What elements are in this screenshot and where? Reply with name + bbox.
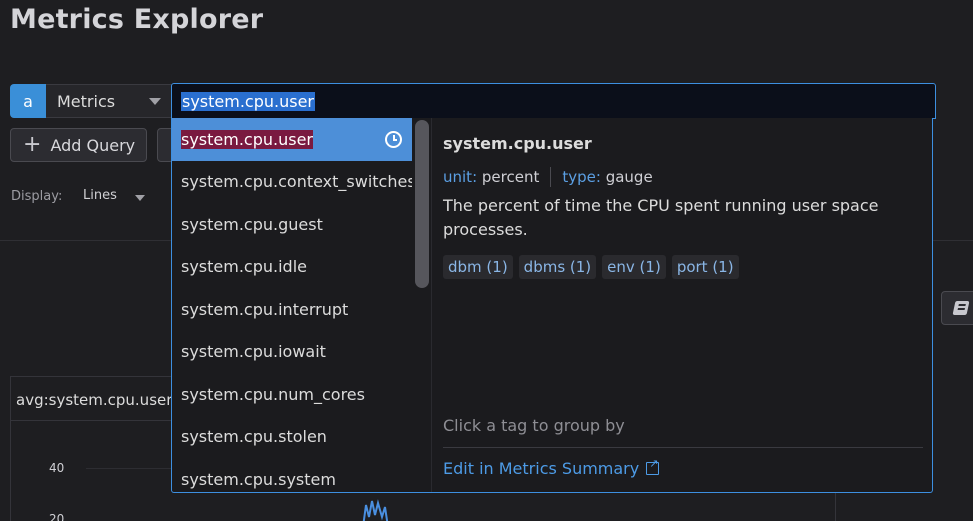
plus-icon: + [23, 132, 42, 157]
suggestion-label: system.cpu.stolen [181, 427, 327, 447]
metric-meta: unit: percent type: gauge [443, 167, 653, 187]
metric-autocomplete-dropdown: system.cpu.user system.cpu.context_switc… [171, 118, 933, 493]
metric-description: The percent of time the CPU spent runnin… [443, 196, 879, 239]
chevron-down-icon [149, 98, 161, 105]
metric-search-input[interactable]: system.cpu.user [171, 83, 936, 119]
tag-chip[interactable]: env (1) [602, 255, 666, 279]
tag-list: dbm (1) dbms (1) env (1) port (1) [443, 255, 739, 279]
metric-input-value: system.cpu.user [181, 91, 316, 111]
tag-chip[interactable]: dbm (1) [443, 255, 513, 279]
suggestion-label: system.cpu.guest [181, 214, 323, 234]
edit-link-label: Edit in Metrics Summary [443, 459, 640, 478]
list-item[interactable]: system.cpu.interrupt [172, 288, 412, 331]
query-type-select[interactable]: Metrics [46, 84, 172, 118]
group-by-hint: Click a tag to group by [443, 416, 625, 435]
clock-icon [385, 131, 402, 148]
add-query-button[interactable]: + Add Query [10, 128, 147, 162]
suggestion-label: system.cpu.system [181, 469, 336, 489]
external-link-icon [646, 457, 660, 475]
book-icon [952, 301, 970, 315]
chevron-down-icon [135, 195, 145, 201]
list-item[interactable]: system.cpu.iowait [172, 331, 412, 374]
divider [443, 447, 923, 448]
type-value: gauge [605, 168, 653, 186]
edit-metrics-summary-link[interactable]: Edit in Metrics Summary [443, 457, 660, 478]
type-key: type: [562, 168, 601, 186]
suggestion-label: system.cpu.iowait [181, 342, 326, 362]
tag-chip[interactable]: port (1) [671, 255, 739, 279]
list-item[interactable]: system.cpu.system [172, 458, 412, 492]
display-label: Display: [11, 189, 63, 204]
list-item[interactable]: system.cpu.num_cores [172, 373, 412, 416]
notebook-button[interactable] [941, 291, 973, 325]
unit-value: percent [481, 168, 540, 186]
list-item[interactable]: system.cpu.stolen [172, 416, 412, 459]
page-title: Metrics Explorer [10, 4, 264, 35]
suggestion-label: system.cpu.num_cores [181, 384, 365, 404]
suggestion-label: system.cpu.idle [181, 257, 307, 277]
query-letter-badge[interactable]: a [10, 84, 46, 118]
suggestion-label: system.cpu.interrupt [181, 299, 349, 319]
suggestion-label: system.cpu.user [181, 129, 314, 149]
tag-chip[interactable]: dbms (1) [518, 255, 597, 279]
display-select[interactable]: Lines [83, 188, 117, 203]
metric-detail-panel: system.cpu.user unit: percent type: gaug… [442, 118, 932, 492]
list-item[interactable]: system.cpu.user [172, 118, 412, 161]
list-item[interactable]: system.cpu.idle [172, 246, 412, 289]
list-item[interactable]: system.cpu.context_switches [172, 161, 416, 204]
unit-key: unit: [443, 168, 478, 186]
metric-suggestion-list: system.cpu.user system.cpu.context_switc… [172, 118, 416, 492]
add-query-label: Add Query [50, 135, 136, 155]
metric-name: system.cpu.user [443, 134, 592, 153]
scrollbar-thumb[interactable] [415, 120, 429, 288]
query-type-label: Metrics [57, 91, 116, 111]
list-item[interactable]: system.cpu.guest [172, 203, 412, 246]
suggestion-label: system.cpu.context_switches [181, 172, 416, 192]
meta-divider [550, 167, 552, 187]
